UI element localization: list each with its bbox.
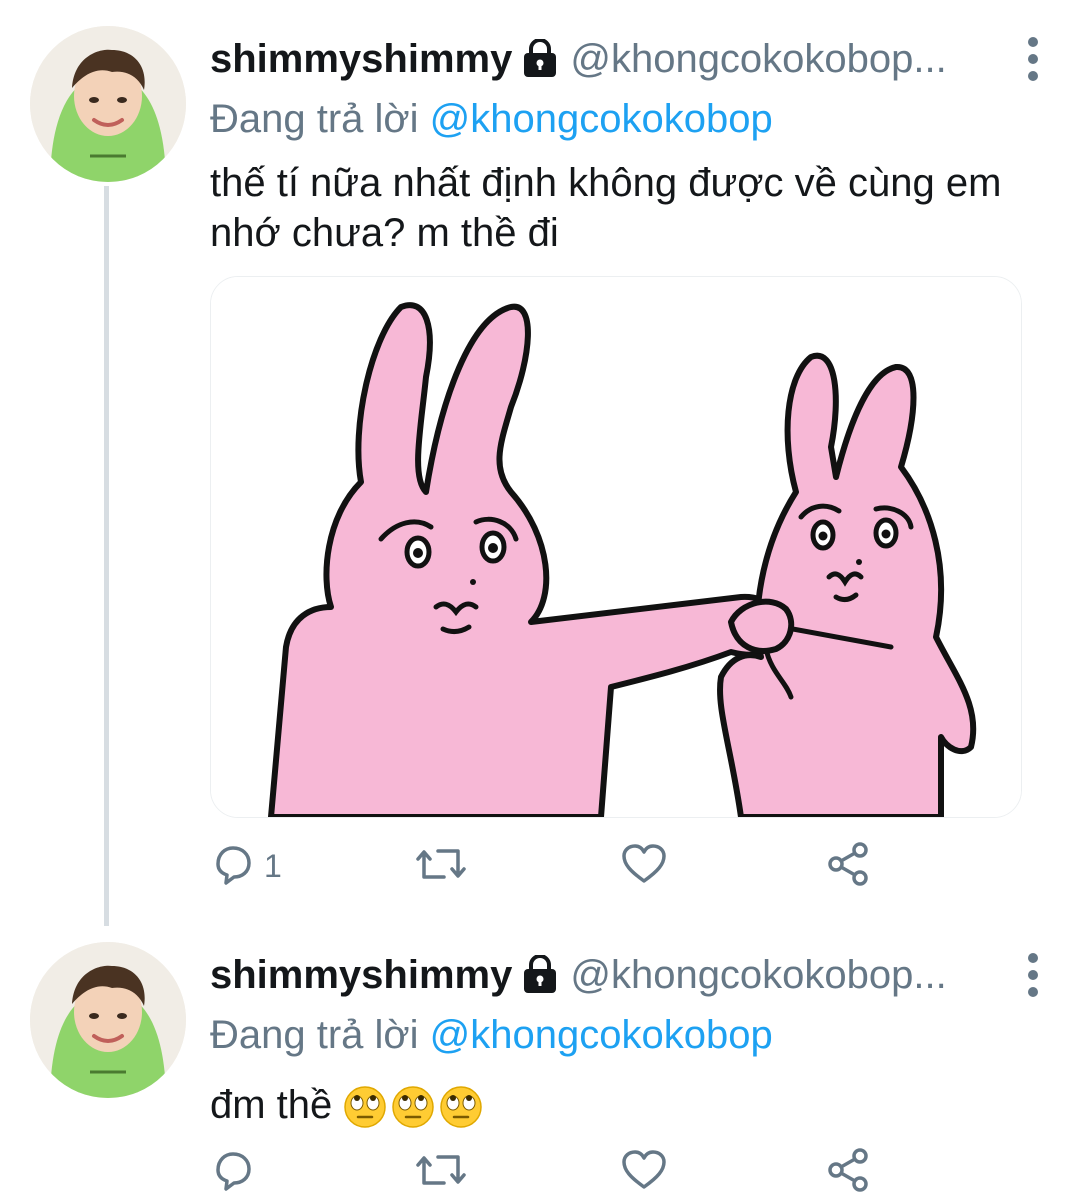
reply-icon — [210, 841, 256, 892]
tweet-header: shimmyshimmy @khongcokokobop... — [210, 942, 1040, 1008]
like-button[interactable] — [620, 1142, 668, 1202]
retweet-button[interactable] — [414, 1142, 468, 1202]
handle[interactable]: @khongcokokobop... — [570, 37, 946, 82]
replying-prefix: Đang trả lời — [210, 97, 430, 141]
tweet-actions: 1 — [210, 836, 910, 896]
share-icon — [824, 1146, 872, 1199]
tweet-header: shimmyshimmy @khongcokokobop... — [210, 26, 1040, 92]
retweet-icon — [414, 1147, 468, 1198]
replying-to-link[interactable]: @khongcokokobop — [430, 97, 773, 141]
reply-button[interactable]: 1 — [210, 836, 282, 896]
share-icon — [824, 840, 872, 893]
tweet-body: shimmyshimmy @khongcokokobop... Đang trả… — [210, 26, 1040, 258]
lock-icon — [522, 38, 558, 79]
like-icon — [620, 1147, 668, 1198]
replying-to: Đang trả lời @khongcokokobop — [210, 1008, 1040, 1062]
face-with-rolling-eyes-icon — [343, 1085, 387, 1129]
tweet-2[interactable]: shimmyshimmy @khongcokokobop... Đang trả… — [0, 942, 1080, 1201]
face-with-rolling-eyes-icon — [391, 1085, 435, 1129]
replying-prefix: Đang trả lời — [210, 1013, 430, 1057]
display-name[interactable]: shimmyshimmy — [210, 37, 512, 82]
like-button[interactable] — [620, 836, 668, 896]
tweet-1[interactable]: shimmyshimmy @khongcokokobop... Đang trả… — [0, 26, 1080, 906]
more-vertical-icon[interactable] — [1026, 34, 1040, 84]
reply-button[interactable] — [210, 1142, 264, 1202]
avatar[interactable] — [30, 942, 186, 1098]
rolling-eyes-emoji-group — [343, 1083, 487, 1129]
lock-icon — [522, 954, 558, 995]
tweet-text: thế tí nữa nhất định không được về cùng … — [210, 161, 1002, 255]
tweet-text: đm thề — [210, 1080, 1040, 1130]
tweet-media-image[interactable] — [210, 276, 1022, 818]
more-vertical-icon[interactable] — [1026, 950, 1040, 1000]
replying-to: Đang trả lời @khongcokokobop — [210, 92, 1040, 146]
retweet-button[interactable] — [414, 836, 468, 896]
replying-to-link[interactable]: @khongcokokobop — [430, 1013, 773, 1057]
display-name[interactable]: shimmyshimmy — [210, 953, 512, 998]
reply-count: 1 — [264, 847, 282, 884]
handle[interactable]: @khongcokokobop... — [570, 953, 946, 998]
tweet-text-content: đm thề — [210, 1083, 333, 1127]
avatar[interactable] — [30, 26, 186, 182]
tweet-body: shimmyshimmy @khongcokokobop... Đang trả… — [210, 942, 1040, 1130]
face-with-rolling-eyes-icon — [439, 1085, 483, 1129]
like-icon — [620, 841, 668, 892]
reply-icon — [210, 1147, 256, 1198]
tweet-actions — [210, 1142, 910, 1202]
retweet-icon — [414, 841, 468, 892]
share-button[interactable] — [824, 836, 872, 896]
share-button[interactable] — [824, 1142, 872, 1202]
